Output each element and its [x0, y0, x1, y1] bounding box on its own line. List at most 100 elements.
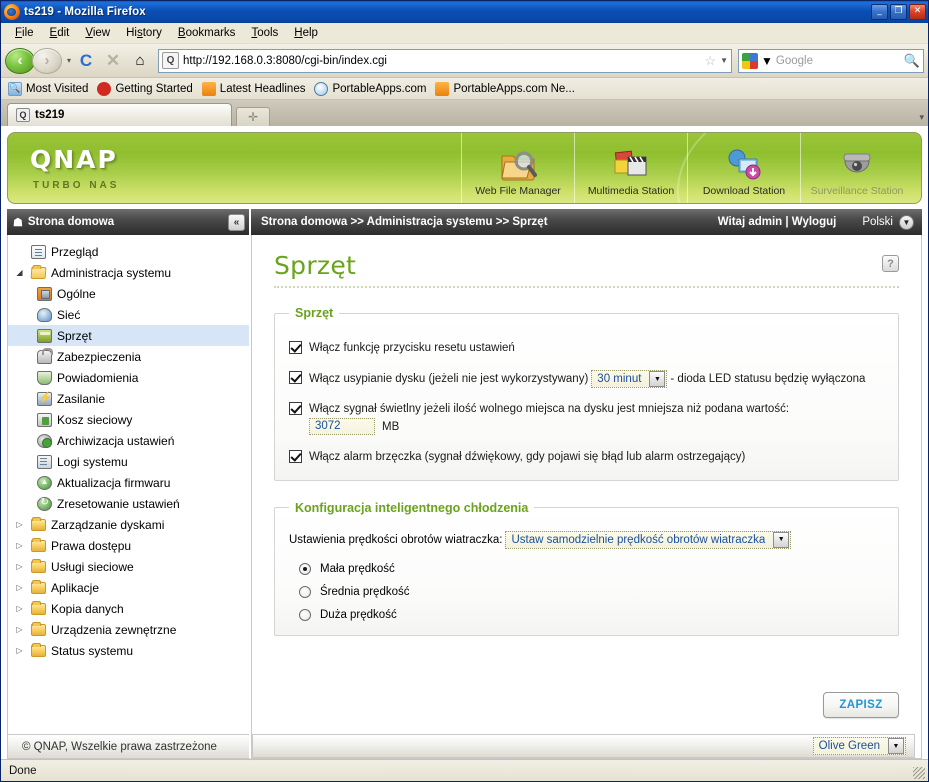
- sidebar-item-zresetowanie-ustawien[interactable]: Zresetowanie ustawień: [8, 493, 249, 514]
- bookmark-star-icon[interactable]: ☆: [704, 53, 716, 69]
- sidebar-item-ogolne[interactable]: Ogólne: [8, 283, 249, 304]
- search-input[interactable]: Google: [776, 55, 901, 67]
- bookmark-getting-started[interactable]: Getting Started: [97, 81, 193, 96]
- tree-twisty-expanded-icon[interactable]: ◢: [14, 268, 25, 277]
- menu-history[interactable]: History: [118, 25, 170, 41]
- option-label-before: Włącz usypianie dysku (jeżeli nie jest w…: [309, 373, 589, 386]
- language-selector[interactable]: Polski ▼: [862, 214, 914, 230]
- tree-twisty-icon[interactable]: ▷: [14, 583, 25, 592]
- radio-row-medium-speed[interactable]: Średnia prędkość: [289, 585, 884, 598]
- disk-standby-select[interactable]: 30 minut ▼: [591, 370, 668, 388]
- chevron-down-icon[interactable]: ▼: [720, 56, 728, 65]
- station-multimedia[interactable]: Multimedia Station: [574, 133, 687, 203]
- google-icon[interactable]: [742, 52, 758, 69]
- sidebar-item-powiadomienia[interactable]: Powiadomienia: [8, 367, 249, 388]
- option-disk-standby[interactable]: Włącz usypianie dysku (jeżeli nie jest w…: [289, 370, 884, 388]
- menu-file[interactable]: File: [7, 25, 42, 41]
- sidebar-item-zasilanie[interactable]: Zasilanie: [8, 388, 249, 409]
- tree-twisty-icon[interactable]: ▷: [14, 625, 25, 634]
- option-reset-button[interactable]: Włącz funkcję przycisku resetu ustawień: [289, 340, 884, 357]
- theme-select[interactable]: Olive Green ▼: [812, 737, 906, 755]
- tab-ts219[interactable]: Q ts219: [7, 103, 232, 126]
- tree-twisty-icon[interactable]: ▷: [14, 520, 25, 529]
- chevron-down-icon[interactable]: ▼: [649, 371, 666, 387]
- bookmark-portableapps[interactable]: PortableApps.com: [314, 81, 426, 96]
- sidebar-header[interactable]: ☗ Strona domowa «: [7, 209, 251, 235]
- address-bar[interactable]: Q http://192.168.0.3:8080/cgi-bin/index.…: [158, 48, 732, 73]
- search-engine-chevron-icon[interactable]: ▼: [761, 54, 773, 68]
- bookmark-most-visited[interactable]: 🔍 Most Visited: [8, 81, 88, 96]
- collapse-sidebar-button[interactable]: «: [228, 213, 245, 231]
- checkbox-reset-button[interactable]: [289, 341, 302, 354]
- free-space-input[interactable]: 3072: [309, 418, 375, 436]
- checkbox-buzzer[interactable]: [289, 449, 302, 463]
- sidebar-item-logi-systemu[interactable]: Logi systemu: [8, 451, 249, 472]
- option-buzzer[interactable]: Włącz alarm brzęczka (sygnał dźwiękowy, …: [289, 449, 884, 466]
- tree-twisty-icon[interactable]: ▷: [14, 646, 25, 655]
- sidebar: Przegląd ◢ Administracja systemu Ogólne …: [7, 235, 251, 759]
- history-dropdown-icon[interactable]: ▾: [67, 56, 71, 65]
- forward-button[interactable]: ›: [32, 47, 62, 74]
- sidebar-item-uslugi-sieciowe[interactable]: ▷ Usługi sieciowe: [8, 556, 249, 577]
- site-identity-icon[interactable]: Q: [162, 52, 180, 69]
- home-icon[interactable]: ⌂: [128, 49, 152, 73]
- bookmark-latest-headlines[interactable]: Latest Headlines: [201, 81, 305, 96]
- tree-twisty-icon[interactable]: ▷: [14, 562, 25, 571]
- bookmark-portableapps-news[interactable]: PortableApps.com Ne...: [435, 81, 575, 96]
- station-surveillance[interactable]: Surveillance Station: [800, 133, 913, 203]
- sidebar-item-urzadzenia-zewnetrzne[interactable]: ▷ Urządzenia zewnętrzne: [8, 619, 249, 640]
- station-web-file-manager[interactable]: Web File Manager: [461, 133, 574, 203]
- checkbox-disk-standby[interactable]: [289, 371, 302, 384]
- chevron-down-icon[interactable]: ▼: [773, 531, 790, 548]
- new-tab-button[interactable]: ✛: [236, 107, 270, 126]
- option-free-space-alert[interactable]: Włącz sygnał świetlny jeżeli ilość wolne…: [289, 401, 884, 436]
- sidebar-item-zabezpieczenia[interactable]: Zabezpieczenia: [8, 346, 249, 367]
- sidebar-item-prawa-dostepu[interactable]: ▷ Prawa dostępu: [8, 535, 249, 556]
- menu-help[interactable]: Help: [286, 25, 326, 41]
- sidebar-item-siec[interactable]: Sieć: [8, 304, 249, 325]
- chevron-down-icon[interactable]: ▼: [899, 214, 914, 230]
- chevron-down-icon[interactable]: ▼: [888, 738, 904, 754]
- station-download[interactable]: Download Station: [687, 133, 800, 203]
- menu-tools[interactable]: Tools: [243, 25, 286, 41]
- sidebar-item-administracja-systemu[interactable]: ◢ Administracja systemu: [8, 262, 249, 283]
- close-button[interactable]: ✕: [909, 4, 926, 20]
- resize-grip[interactable]: [913, 767, 925, 779]
- sidebar-item-sprzet[interactable]: Sprzęt: [8, 325, 249, 346]
- tree-twisty-icon[interactable]: ▷: [14, 541, 25, 550]
- radio-row-high-speed[interactable]: Duża prędkość: [289, 608, 884, 621]
- stop-icon[interactable]: ✕: [101, 49, 125, 73]
- sidebar-item-przeglad[interactable]: Przegląd: [8, 241, 249, 262]
- status-bar: Done: [1, 759, 928, 781]
- search-icon[interactable]: 🔍: [904, 53, 920, 69]
- search-bar[interactable]: ▼ Google 🔍: [738, 48, 924, 73]
- back-button[interactable]: ‹: [5, 47, 35, 74]
- save-button[interactable]: ZAPISZ: [823, 692, 899, 718]
- main-content: Sprzęt ? Sprzęt Włącz funkcję przycisku …: [251, 235, 922, 759]
- radio-low-speed[interactable]: [299, 562, 311, 575]
- sidebar-item-aktualizacja-firmwaru[interactable]: Aktualizacja firmwaru: [8, 472, 249, 493]
- minimize-button[interactable]: _: [871, 4, 888, 20]
- sidebar-item-status-systemu[interactable]: ▷ Status systemu: [8, 640, 249, 661]
- sidebar-item-kosz-sieciowy[interactable]: Kosz sieciowy: [8, 409, 249, 430]
- sidebar-item-kopia-danych[interactable]: ▷ Kopia danych: [8, 598, 249, 619]
- help-button[interactable]: ?: [882, 255, 899, 272]
- sidebar-item-zarzadzanie-dyskami[interactable]: ▷ Zarządzanie dyskami: [8, 514, 249, 535]
- reload-icon[interactable]: C: [74, 49, 98, 73]
- menu-edit[interactable]: Edit: [42, 25, 78, 41]
- radio-row-low-speed[interactable]: Mała prędkość: [289, 562, 884, 575]
- tab-list-chevron-icon[interactable]: ▾: [919, 112, 924, 123]
- sidebar-item-aplikacje[interactable]: ▷ Aplikacje: [8, 577, 249, 598]
- hardware-settings-panel: Sprzęt Włącz funkcję przycisku resetu us…: [274, 306, 899, 481]
- radio-medium-speed[interactable]: [299, 585, 311, 598]
- fan-speed-select[interactable]: Ustaw samodzielnie prędkość obrotów wiat…: [505, 530, 792, 549]
- menu-view[interactable]: View: [77, 25, 118, 41]
- user-session-info[interactable]: Witaj admin | Wyloguj: [718, 216, 837, 228]
- menu-bookmarks[interactable]: Bookmarks: [170, 25, 244, 41]
- folder-icon: [30, 579, 46, 596]
- radio-high-speed[interactable]: [299, 608, 311, 621]
- sidebar-item-archiwizacja-ustawien[interactable]: Archiwizacja ustawień: [8, 430, 249, 451]
- maximize-button[interactable]: ❐: [890, 4, 907, 20]
- tree-twisty-icon[interactable]: ▷: [14, 604, 25, 613]
- checkbox-free-space-alert[interactable]: [289, 402, 302, 416]
